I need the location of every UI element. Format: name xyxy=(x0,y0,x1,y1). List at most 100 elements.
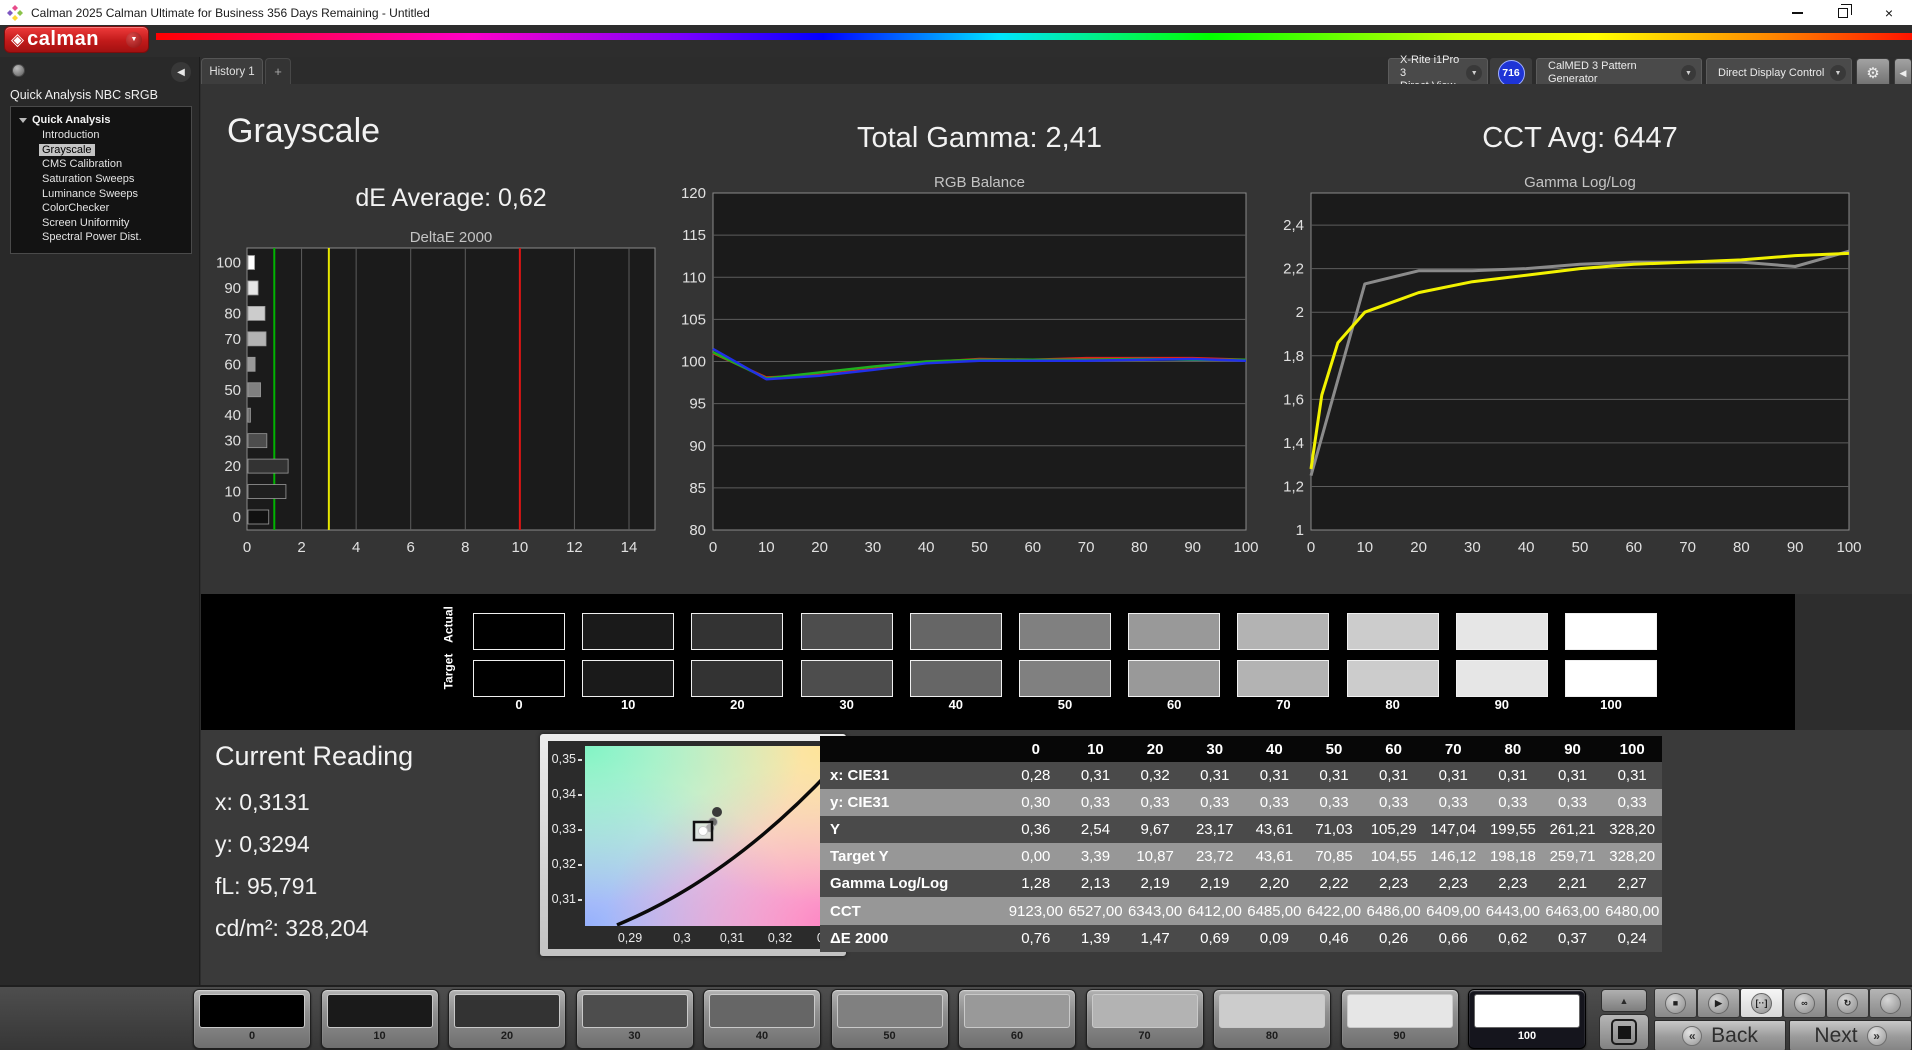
table-cell: 6485,00 xyxy=(1245,897,1305,924)
table-column-header: 10 xyxy=(1066,736,1126,762)
table-cell: 0,31 xyxy=(1066,762,1126,789)
sidebar-pin-button[interactable] xyxy=(12,64,25,77)
table-cell: 0,33 xyxy=(1423,789,1483,816)
single-measure-button[interactable]: [··] xyxy=(1740,988,1783,1018)
sidebar-item-luminance-sweeps[interactable]: Luminance Sweeps xyxy=(11,186,191,201)
table-column-header: 70 xyxy=(1423,736,1483,762)
sidebar-collapse-button[interactable]: ◀ xyxy=(171,62,191,82)
actual-swatch-60 xyxy=(1128,613,1220,650)
pattern-level-button-10[interactable]: 10 xyxy=(321,989,439,1049)
target-swatch-60 xyxy=(1128,660,1220,697)
restore-button[interactable] xyxy=(1820,0,1866,25)
cie-locus-and-markers xyxy=(585,746,833,926)
table-cell: 2,21 xyxy=(1543,870,1603,897)
pattern-level-button-30[interactable]: 30 xyxy=(576,989,694,1049)
table-cell: 2,20 xyxy=(1245,870,1305,897)
sidebar-item-screen-uniformity[interactable]: Screen Uniformity xyxy=(11,216,191,231)
table-cell: 6527,00 xyxy=(1066,897,1126,924)
rainbow-gradient-bar xyxy=(156,33,1912,40)
sidebar-item-introduction[interactable]: Introduction xyxy=(11,128,191,143)
current-reading-fl: fL: 95,791 xyxy=(215,873,317,900)
swatch-level-label: 50 xyxy=(1019,697,1111,712)
total-gamma-summary: Total Gamma: 2,41 xyxy=(713,122,1246,155)
table-cell: 2,54 xyxy=(1066,816,1126,843)
extra-icon xyxy=(1880,993,1901,1014)
table-cell: 2,19 xyxy=(1125,870,1185,897)
table-cell: 0,37 xyxy=(1543,925,1603,952)
target-swatch-80 xyxy=(1347,660,1439,697)
sidebar-item-grayscale[interactable]: Grayscale xyxy=(11,143,191,158)
cie-x-tick: 0,31 xyxy=(712,931,752,945)
back-button[interactable]: « Back xyxy=(1654,1020,1786,1050)
sidebar-item-colorchecker[interactable]: ColorChecker xyxy=(11,201,191,216)
calman-logo-text: calman xyxy=(27,28,99,51)
cie-chromaticity-panel: 0,350,340,330,320,31 0,290,30,310,320,33 xyxy=(540,734,846,956)
table-cell: 0,00 xyxy=(1006,843,1066,870)
table-cell: 0,28 xyxy=(1006,762,1066,789)
table-cell: 0,33 xyxy=(1245,789,1305,816)
cie-y-tick: 0,34 xyxy=(548,787,582,801)
app-icon xyxy=(7,5,23,21)
table-cell: 9,67 xyxy=(1125,816,1185,843)
actual-swatch-30 xyxy=(801,613,893,650)
sidebar-item-saturation-sweeps[interactable]: Saturation Sweeps xyxy=(11,172,191,187)
refresh-button[interactable]: ↻ xyxy=(1826,988,1869,1018)
table-cell: 0,33 xyxy=(1125,789,1185,816)
cie-chart: 0,350,340,330,320,31 0,290,30,310,320,33 xyxy=(548,741,838,949)
pattern-window-up-button[interactable]: ▲ xyxy=(1601,989,1647,1012)
pattern-level-button-100[interactable]: 100 xyxy=(1468,989,1586,1049)
play-button[interactable]: ▶ xyxy=(1697,988,1740,1018)
table-row-label-gamma-log-log: Gamma Log/Log xyxy=(820,870,1006,897)
pattern-level-button-40[interactable]: 40 xyxy=(703,989,821,1049)
pattern-window-mode-button[interactable] xyxy=(1599,1014,1649,1050)
table-cell: 23,17 xyxy=(1185,816,1245,843)
table-cell: 23,72 xyxy=(1185,843,1245,870)
table-cell: 259,71 xyxy=(1543,843,1603,870)
table-column-header: 0 xyxy=(1006,736,1066,762)
continuous-measure-button[interactable]: ∞ xyxy=(1783,988,1826,1018)
table-cell: 0,36 xyxy=(1006,816,1066,843)
stop-icon: ■ xyxy=(1665,993,1686,1014)
table-row-label-cct: CCT xyxy=(820,897,1006,924)
pattern-generator-status-stripe xyxy=(1539,62,1543,84)
next-button[interactable]: Next » xyxy=(1789,1020,1912,1050)
extra-button[interactable] xyxy=(1869,988,1912,1018)
tree-root-quick-analysis[interactable]: Quick Analysis xyxy=(11,112,191,128)
minimize-button[interactable] xyxy=(1774,0,1820,25)
table-cell: 0,30 xyxy=(1006,789,1066,816)
swatch-level-label: 0 xyxy=(473,697,565,712)
de-average-summary: dE Average: 0,62 xyxy=(247,184,655,213)
pattern-level-button-90[interactable]: 90 xyxy=(1341,989,1459,1049)
target-row-label: Target xyxy=(430,665,467,679)
pattern-level-button-70[interactable]: 70 xyxy=(1086,989,1204,1049)
current-reading-x: x: 0,3131 xyxy=(215,789,310,816)
play-icon: ▶ xyxy=(1708,993,1729,1014)
calman-diamond-icon: ◈ xyxy=(11,30,24,50)
charts-panel xyxy=(201,84,1912,594)
grayscale-swatch-strip: Actual Target 0102030405060708090100 xyxy=(201,594,1795,730)
actual-row-label: Actual xyxy=(430,618,467,632)
pattern-bar: 0102030405060708090100 ▲ ■ ▶ [··] ∞↻ « Back… xyxy=(0,985,1912,1050)
cie-y-tick: 0,33 xyxy=(548,822,582,836)
single-measure-icon: [··] xyxy=(1751,993,1772,1014)
pattern-level-button-20[interactable]: 20 xyxy=(448,989,566,1049)
actual-swatch-90 xyxy=(1456,613,1548,650)
pattern-level-button-80[interactable]: 80 xyxy=(1213,989,1331,1049)
pattern-level-button-50[interactable]: 50 xyxy=(831,989,949,1049)
calman-menu-button[interactable]: ◈ calman ▼ xyxy=(4,26,149,53)
tab-add[interactable]: + xyxy=(265,58,291,84)
sidebar-item-cms-calibration[interactable]: CMS Calibration xyxy=(11,157,191,172)
table-cell: 0,31 xyxy=(1543,762,1603,789)
sidebar-item-spectral-power-dist[interactable]: Spectral Power Dist. xyxy=(11,230,191,245)
blackbody-locus-curve xyxy=(617,768,833,925)
table-cell: 9123,00 xyxy=(1006,897,1066,924)
table-cell: 0,33 xyxy=(1066,789,1126,816)
tab-history-1[interactable]: History 1 xyxy=(201,58,263,84)
close-button[interactable]: × xyxy=(1866,0,1912,25)
stop-button[interactable]: ■ xyxy=(1654,988,1697,1018)
title-bar: Calman 2025 Calman Ultimate for Business… xyxy=(0,0,1912,25)
table-row-label-y: Y xyxy=(820,816,1006,843)
pattern-level-button-0[interactable]: 0 xyxy=(193,989,311,1049)
pattern-level-button-60[interactable]: 60 xyxy=(958,989,1076,1049)
table-cell: 0,31 xyxy=(1602,762,1662,789)
